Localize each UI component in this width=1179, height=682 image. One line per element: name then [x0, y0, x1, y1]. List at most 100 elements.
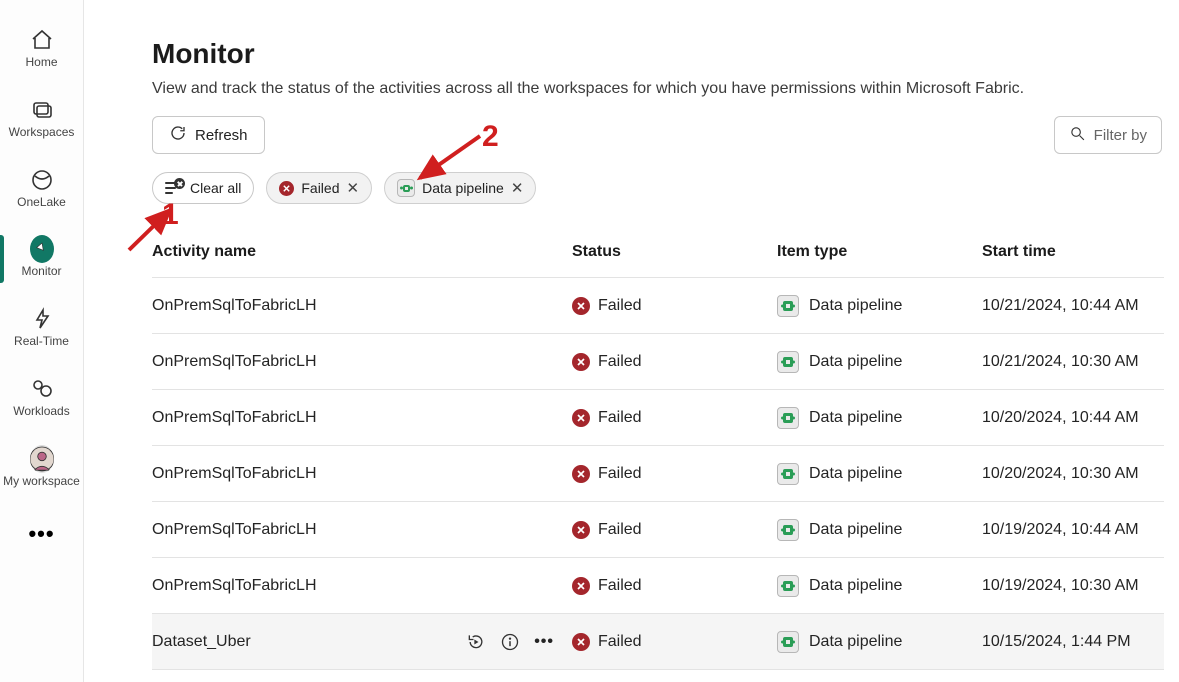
filter-chip-label: Data pipeline	[422, 180, 504, 196]
failed-icon	[279, 181, 294, 196]
clear-filters-icon	[165, 181, 183, 195]
pipeline-icon	[777, 407, 799, 429]
table-row[interactable]: OnPremSqlToFabricLH ••• Failed Data pipe…	[152, 278, 1164, 334]
row-actions: •••	[466, 632, 572, 652]
nav-label: Real-Time	[14, 335, 69, 349]
search-icon	[1069, 125, 1086, 146]
activity-name: OnPremSqlToFabricLH	[152, 521, 317, 539]
filter-search-placeholder: Filter by	[1094, 127, 1147, 144]
nav-label: Workspaces	[9, 126, 75, 140]
filter-chip-data-pipeline[interactable]: Data pipeline ✕	[384, 172, 536, 204]
nav-label: Monitor	[21, 265, 61, 279]
col-header-status[interactable]: Status	[572, 243, 777, 261]
failed-status-icon	[572, 633, 590, 651]
pipeline-icon	[397, 179, 415, 197]
avatar-icon	[30, 447, 54, 471]
nav-item-home[interactable]: Home	[0, 22, 83, 78]
start-time-text: 10/20/2024, 10:44 AM	[982, 409, 1164, 427]
pipeline-icon	[777, 519, 799, 541]
start-time-text: 10/19/2024, 10:30 AM	[982, 577, 1164, 595]
nav-label: Workloads	[13, 405, 69, 419]
nav-item-monitor[interactable]: Monitor	[0, 231, 83, 287]
workspaces-icon	[30, 98, 54, 122]
table-row[interactable]: Dataset_Uber ••• Failed Data pipeline 10…	[152, 614, 1164, 670]
status-text: Failed	[598, 465, 642, 483]
pipeline-icon	[777, 631, 799, 653]
activity-name: OnPremSqlToFabricLH	[152, 577, 317, 595]
item-type-text: Data pipeline	[809, 297, 902, 315]
info-icon[interactable]	[500, 632, 520, 652]
activity-name: OnPremSqlToFabricLH	[152, 409, 317, 427]
failed-status-icon	[572, 353, 590, 371]
nav-label: Home	[25, 56, 57, 70]
item-type-text: Data pipeline	[809, 577, 902, 595]
start-time-text: 10/15/2024, 1:44 PM	[982, 633, 1164, 651]
filter-search-input[interactable]: Filter by	[1054, 116, 1162, 154]
page-subtitle: View and track the status of the activit…	[152, 80, 1179, 98]
refresh-icon	[169, 124, 187, 146]
table-header-row: Activity name Status Item type Start tim…	[152, 226, 1164, 278]
item-type-text: Data pipeline	[809, 409, 902, 427]
failed-status-icon	[572, 521, 590, 539]
failed-status-icon	[572, 465, 590, 483]
more-icon[interactable]: •••	[534, 633, 554, 651]
refresh-label: Refresh	[195, 127, 248, 144]
status-text: Failed	[598, 521, 642, 539]
table-row[interactable]: OnPremSqlToFabricLH ••• Failed Data pipe…	[152, 390, 1164, 446]
onelake-icon	[30, 168, 54, 192]
col-header-item-type[interactable]: Item type	[777, 243, 982, 261]
toolbar: Refresh Filter by	[152, 116, 1162, 154]
activity-name: OnPremSqlToFabricLH	[152, 297, 317, 315]
left-nav: Home Workspaces OneLake Monitor Real-Tim…	[0, 0, 84, 682]
workloads-icon	[30, 377, 54, 401]
page-title: Monitor	[152, 38, 1179, 70]
col-header-activity-name[interactable]: Activity name	[152, 243, 572, 261]
start-time-text: 10/21/2024, 10:44 AM	[982, 297, 1164, 315]
start-time-text: 10/20/2024, 10:30 AM	[982, 465, 1164, 483]
failed-status-icon	[572, 577, 590, 595]
ellipsis-icon: •••	[28, 521, 54, 547]
filter-chip-failed[interactable]: Failed ✕	[266, 172, 372, 204]
activity-name: OnPremSqlToFabricLH	[152, 353, 317, 371]
item-type-text: Data pipeline	[809, 465, 902, 483]
table-row[interactable]: OnPremSqlToFabricLH ••• Failed Data pipe…	[152, 502, 1164, 558]
clear-all-label: Clear all	[190, 180, 241, 196]
col-header-start-time[interactable]: Start time	[982, 243, 1164, 261]
filters-row: Clear all Failed ✕ Data pipeline ✕	[152, 172, 1179, 204]
pipeline-icon	[777, 463, 799, 485]
table-row[interactable]: OnPremSqlToFabricLH ••• Failed Data pipe…	[152, 334, 1164, 390]
nav-more-button[interactable]: •••	[0, 521, 83, 547]
status-text: Failed	[598, 633, 642, 651]
failed-status-icon	[572, 409, 590, 427]
nav-label: My workspace	[3, 475, 80, 489]
start-time-text: 10/19/2024, 10:44 AM	[982, 521, 1164, 539]
item-type-text: Data pipeline	[809, 521, 902, 539]
status-text: Failed	[598, 577, 642, 595]
nav-item-onelake[interactable]: OneLake	[0, 162, 83, 218]
nav-item-my-workspace[interactable]: My workspace	[0, 441, 83, 497]
filter-chip-label: Failed	[301, 180, 339, 196]
activity-name: OnPremSqlToFabricLH	[152, 465, 317, 483]
pipeline-icon	[777, 575, 799, 597]
item-type-text: Data pipeline	[809, 353, 902, 371]
status-text: Failed	[598, 353, 642, 371]
refresh-button[interactable]: Refresh	[152, 116, 265, 154]
status-text: Failed	[598, 297, 642, 315]
home-icon	[30, 28, 54, 52]
main-content: Monitor View and track the status of the…	[84, 0, 1179, 682]
nav-label: OneLake	[17, 196, 66, 210]
monitor-icon	[30, 237, 54, 261]
activity-table: Activity name Status Item type Start tim…	[152, 226, 1164, 670]
close-icon[interactable]: ✕	[347, 179, 360, 197]
rerun-icon[interactable]	[466, 632, 486, 652]
clear-all-button[interactable]: Clear all	[152, 172, 254, 204]
status-text: Failed	[598, 409, 642, 427]
nav-item-workspaces[interactable]: Workspaces	[0, 92, 83, 148]
realtime-icon	[30, 307, 54, 331]
nav-item-realtime[interactable]: Real-Time	[0, 301, 83, 357]
close-icon[interactable]: ✕	[511, 179, 524, 197]
item-type-text: Data pipeline	[809, 633, 902, 651]
table-row[interactable]: OnPremSqlToFabricLH ••• Failed Data pipe…	[152, 558, 1164, 614]
table-row[interactable]: OnPremSqlToFabricLH ••• Failed Data pipe…	[152, 446, 1164, 502]
nav-item-workloads[interactable]: Workloads	[0, 371, 83, 427]
